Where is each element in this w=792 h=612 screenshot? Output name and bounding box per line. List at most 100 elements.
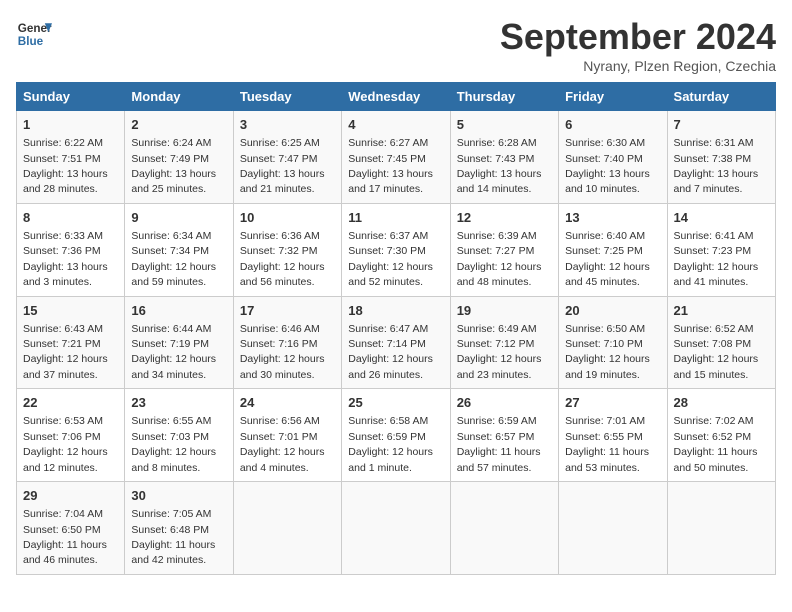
calendar-cell: 20 Sunrise: 6:50 AMSunset: 7:10 PMDaylig… bbox=[559, 296, 667, 389]
day-detail: Sunrise: 6:22 AMSunset: 7:51 PMDaylight:… bbox=[23, 137, 108, 195]
calendar-cell: 19 Sunrise: 6:49 AMSunset: 7:12 PMDaylig… bbox=[450, 296, 558, 389]
month-title: September 2024 bbox=[500, 16, 776, 58]
calendar-cell: 6 Sunrise: 6:30 AMSunset: 7:40 PMDayligh… bbox=[559, 111, 667, 204]
day-number: 12 bbox=[457, 209, 552, 227]
col-wednesday: Wednesday bbox=[342, 83, 450, 111]
calendar-cell: 16 Sunrise: 6:44 AMSunset: 7:19 PMDaylig… bbox=[125, 296, 233, 389]
day-number: 21 bbox=[674, 302, 769, 320]
calendar-cell: 29 Sunrise: 7:04 AMSunset: 6:50 PMDaylig… bbox=[17, 482, 125, 575]
day-number: 20 bbox=[565, 302, 660, 320]
calendar-week-row: 1 Sunrise: 6:22 AMSunset: 7:51 PMDayligh… bbox=[17, 111, 776, 204]
day-number: 23 bbox=[131, 394, 226, 412]
calendar-cell: 1 Sunrise: 6:22 AMSunset: 7:51 PMDayligh… bbox=[17, 111, 125, 204]
day-detail: Sunrise: 6:24 AMSunset: 7:49 PMDaylight:… bbox=[131, 137, 216, 195]
calendar-cell bbox=[667, 482, 775, 575]
calendar-table: Sunday Monday Tuesday Wednesday Thursday… bbox=[16, 82, 776, 575]
calendar-cell: 7 Sunrise: 6:31 AMSunset: 7:38 PMDayligh… bbox=[667, 111, 775, 204]
day-detail: Sunrise: 6:30 AMSunset: 7:40 PMDaylight:… bbox=[565, 137, 650, 195]
day-number: 4 bbox=[348, 116, 443, 134]
day-detail: Sunrise: 6:40 AMSunset: 7:25 PMDaylight:… bbox=[565, 230, 650, 288]
calendar-cell bbox=[342, 482, 450, 575]
calendar-cell: 12 Sunrise: 6:39 AMSunset: 7:27 PMDaylig… bbox=[450, 203, 558, 296]
day-detail: Sunrise: 6:31 AMSunset: 7:38 PMDaylight:… bbox=[674, 137, 759, 195]
day-number: 3 bbox=[240, 116, 335, 134]
day-number: 22 bbox=[23, 394, 118, 412]
calendar-week-row: 29 Sunrise: 7:04 AMSunset: 6:50 PMDaylig… bbox=[17, 482, 776, 575]
logo-icon: General Blue bbox=[16, 16, 52, 52]
calendar-cell: 17 Sunrise: 6:46 AMSunset: 7:16 PMDaylig… bbox=[233, 296, 341, 389]
calendar-cell bbox=[450, 482, 558, 575]
calendar-cell: 21 Sunrise: 6:52 AMSunset: 7:08 PMDaylig… bbox=[667, 296, 775, 389]
day-detail: Sunrise: 6:34 AMSunset: 7:34 PMDaylight:… bbox=[131, 230, 216, 288]
day-detail: Sunrise: 6:44 AMSunset: 7:19 PMDaylight:… bbox=[131, 323, 216, 381]
calendar-cell: 9 Sunrise: 6:34 AMSunset: 7:34 PMDayligh… bbox=[125, 203, 233, 296]
day-detail: Sunrise: 6:55 AMSunset: 7:03 PMDaylight:… bbox=[131, 415, 216, 473]
svg-text:Blue: Blue bbox=[18, 35, 44, 48]
day-detail: Sunrise: 7:05 AMSunset: 6:48 PMDaylight:… bbox=[131, 508, 215, 566]
calendar-cell: 28 Sunrise: 7:02 AMSunset: 6:52 PMDaylig… bbox=[667, 389, 775, 482]
day-number: 16 bbox=[131, 302, 226, 320]
day-number: 17 bbox=[240, 302, 335, 320]
day-number: 13 bbox=[565, 209, 660, 227]
day-detail: Sunrise: 7:01 AMSunset: 6:55 PMDaylight:… bbox=[565, 415, 649, 473]
calendar-cell: 3 Sunrise: 6:25 AMSunset: 7:47 PMDayligh… bbox=[233, 111, 341, 204]
calendar-body: 1 Sunrise: 6:22 AMSunset: 7:51 PMDayligh… bbox=[17, 111, 776, 575]
day-detail: Sunrise: 6:50 AMSunset: 7:10 PMDaylight:… bbox=[565, 323, 650, 381]
location-title: Nyrany, Plzen Region, Czechia bbox=[500, 58, 776, 74]
day-number: 10 bbox=[240, 209, 335, 227]
calendar-cell: 25 Sunrise: 6:58 AMSunset: 6:59 PMDaylig… bbox=[342, 389, 450, 482]
calendar-cell: 22 Sunrise: 6:53 AMSunset: 7:06 PMDaylig… bbox=[17, 389, 125, 482]
day-number: 1 bbox=[23, 116, 118, 134]
day-number: 7 bbox=[674, 116, 769, 134]
day-detail: Sunrise: 7:04 AMSunset: 6:50 PMDaylight:… bbox=[23, 508, 107, 566]
day-number: 15 bbox=[23, 302, 118, 320]
day-detail: Sunrise: 6:41 AMSunset: 7:23 PMDaylight:… bbox=[674, 230, 759, 288]
calendar-week-row: 22 Sunrise: 6:53 AMSunset: 7:06 PMDaylig… bbox=[17, 389, 776, 482]
day-detail: Sunrise: 6:46 AMSunset: 7:16 PMDaylight:… bbox=[240, 323, 325, 381]
calendar-cell: 23 Sunrise: 6:55 AMSunset: 7:03 PMDaylig… bbox=[125, 389, 233, 482]
day-detail: Sunrise: 6:52 AMSunset: 7:08 PMDaylight:… bbox=[674, 323, 759, 381]
day-detail: Sunrise: 6:53 AMSunset: 7:06 PMDaylight:… bbox=[23, 415, 108, 473]
day-detail: Sunrise: 6:37 AMSunset: 7:30 PMDaylight:… bbox=[348, 230, 433, 288]
day-number: 27 bbox=[565, 394, 660, 412]
calendar-week-row: 8 Sunrise: 6:33 AMSunset: 7:36 PMDayligh… bbox=[17, 203, 776, 296]
col-friday: Friday bbox=[559, 83, 667, 111]
calendar-cell: 5 Sunrise: 6:28 AMSunset: 7:43 PMDayligh… bbox=[450, 111, 558, 204]
calendar-cell: 10 Sunrise: 6:36 AMSunset: 7:32 PMDaylig… bbox=[233, 203, 341, 296]
calendar-cell: 8 Sunrise: 6:33 AMSunset: 7:36 PMDayligh… bbox=[17, 203, 125, 296]
day-number: 14 bbox=[674, 209, 769, 227]
logo: General Blue bbox=[16, 16, 52, 52]
page-header: General Blue September 2024 Nyrany, Plze… bbox=[16, 16, 776, 74]
day-number: 11 bbox=[348, 209, 443, 227]
day-number: 30 bbox=[131, 487, 226, 505]
day-detail: Sunrise: 7:02 AMSunset: 6:52 PMDaylight:… bbox=[674, 415, 758, 473]
day-number: 18 bbox=[348, 302, 443, 320]
day-detail: Sunrise: 6:39 AMSunset: 7:27 PMDaylight:… bbox=[457, 230, 542, 288]
calendar-cell: 11 Sunrise: 6:37 AMSunset: 7:30 PMDaylig… bbox=[342, 203, 450, 296]
day-number: 29 bbox=[23, 487, 118, 505]
day-number: 28 bbox=[674, 394, 769, 412]
day-detail: Sunrise: 6:49 AMSunset: 7:12 PMDaylight:… bbox=[457, 323, 542, 381]
day-detail: Sunrise: 6:47 AMSunset: 7:14 PMDaylight:… bbox=[348, 323, 433, 381]
calendar-header-row: Sunday Monday Tuesday Wednesday Thursday… bbox=[17, 83, 776, 111]
day-number: 9 bbox=[131, 209, 226, 227]
day-detail: Sunrise: 6:56 AMSunset: 7:01 PMDaylight:… bbox=[240, 415, 325, 473]
col-monday: Monday bbox=[125, 83, 233, 111]
calendar-cell: 18 Sunrise: 6:47 AMSunset: 7:14 PMDaylig… bbox=[342, 296, 450, 389]
calendar-cell: 13 Sunrise: 6:40 AMSunset: 7:25 PMDaylig… bbox=[559, 203, 667, 296]
day-number: 26 bbox=[457, 394, 552, 412]
day-detail: Sunrise: 6:36 AMSunset: 7:32 PMDaylight:… bbox=[240, 230, 325, 288]
calendar-cell bbox=[559, 482, 667, 575]
day-detail: Sunrise: 6:28 AMSunset: 7:43 PMDaylight:… bbox=[457, 137, 542, 195]
day-number: 2 bbox=[131, 116, 226, 134]
day-detail: Sunrise: 6:25 AMSunset: 7:47 PMDaylight:… bbox=[240, 137, 325, 195]
calendar-cell: 14 Sunrise: 6:41 AMSunset: 7:23 PMDaylig… bbox=[667, 203, 775, 296]
day-number: 6 bbox=[565, 116, 660, 134]
day-detail: Sunrise: 6:27 AMSunset: 7:45 PMDaylight:… bbox=[348, 137, 433, 195]
calendar-cell: 15 Sunrise: 6:43 AMSunset: 7:21 PMDaylig… bbox=[17, 296, 125, 389]
day-number: 5 bbox=[457, 116, 552, 134]
calendar-cell: 24 Sunrise: 6:56 AMSunset: 7:01 PMDaylig… bbox=[233, 389, 341, 482]
title-area: September 2024 Nyrany, Plzen Region, Cze… bbox=[500, 16, 776, 74]
col-saturday: Saturday bbox=[667, 83, 775, 111]
day-detail: Sunrise: 6:58 AMSunset: 6:59 PMDaylight:… bbox=[348, 415, 433, 473]
